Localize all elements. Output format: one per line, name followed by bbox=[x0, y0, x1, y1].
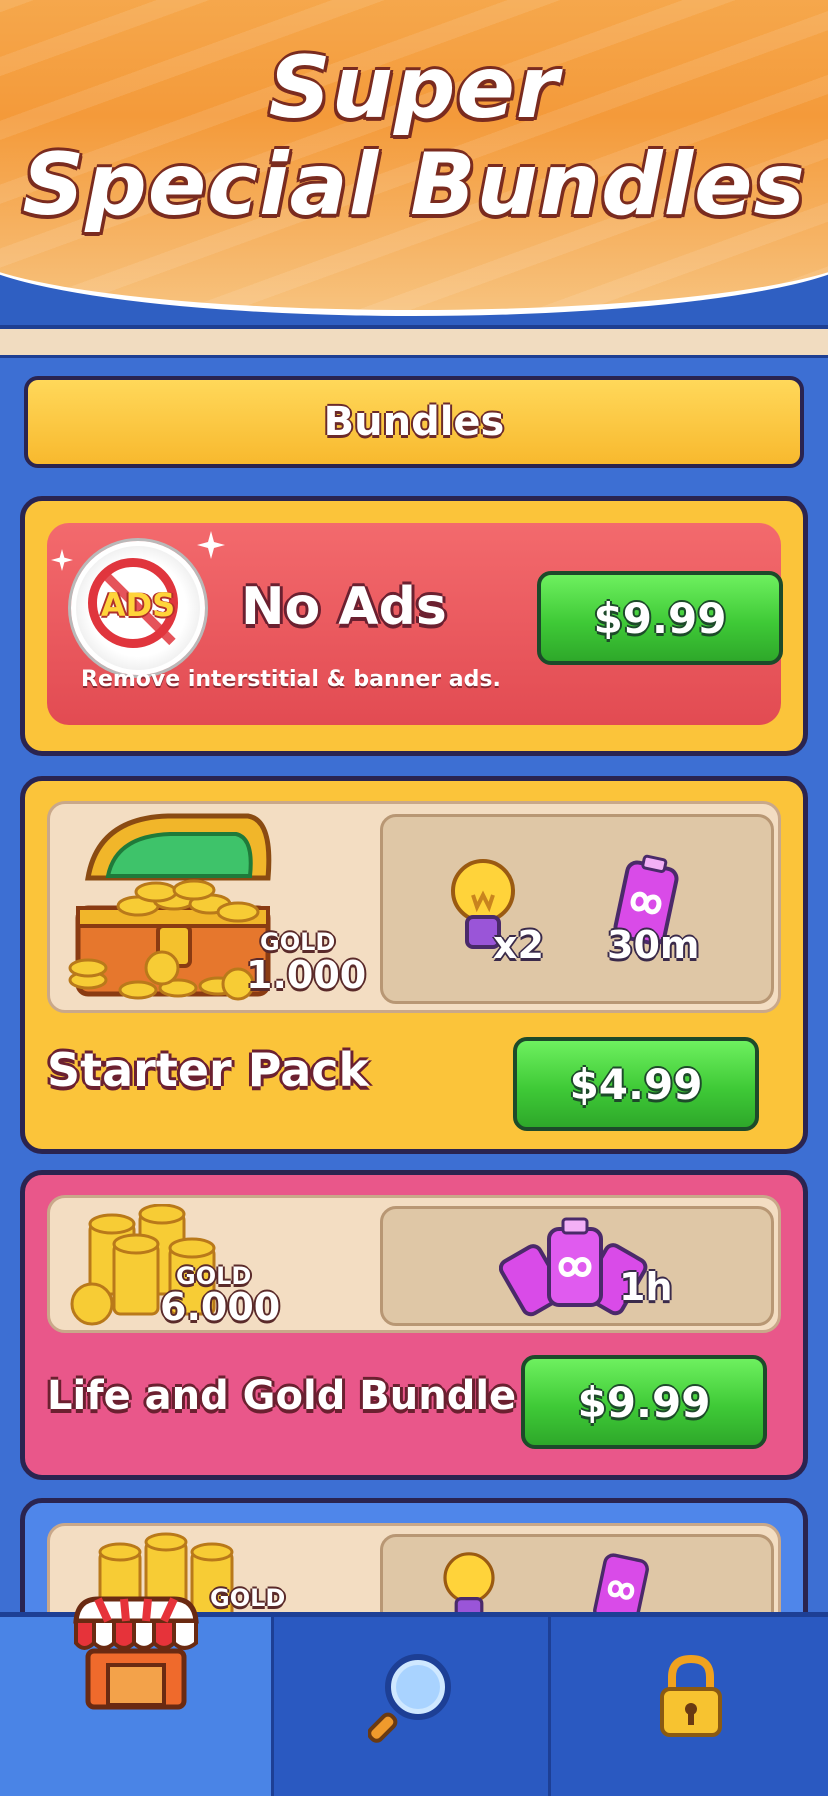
section-header-bundles: Bundles bbox=[24, 376, 804, 468]
sparkle-icon bbox=[197, 531, 225, 559]
starter-hint-count: x2 bbox=[493, 923, 544, 967]
life-gold-buy-button[interactable]: $9.99 bbox=[521, 1355, 767, 1449]
bundle-card-life-and-gold: GOLD 6.000 1h Life and Gold Bundle $9.99 bbox=[20, 1170, 808, 1480]
tab-search[interactable] bbox=[277, 1617, 551, 1796]
life-gold-contents-panel: GOLD 6.000 1h bbox=[47, 1195, 781, 1333]
tab-locked[interactable] bbox=[554, 1617, 828, 1796]
bundle-card-starter-pack: GOLD 1.000 x2 30m Starter Pack $4.99 bbox=[20, 776, 808, 1154]
life-gold-title: Life and Gold Bundle bbox=[47, 1373, 517, 1419]
page-title-line-2: Special Bundles bbox=[22, 135, 806, 235]
life-gold-items-panel: 1h bbox=[380, 1206, 774, 1326]
no-ads-buy-button[interactable]: $9.99 bbox=[537, 571, 783, 665]
starter-pack-buy-button[interactable]: $4.99 bbox=[513, 1037, 759, 1131]
magnifier-icon bbox=[367, 1654, 451, 1743]
no-ads-title: No Ads bbox=[241, 577, 447, 637]
sparkle-icon bbox=[51, 549, 73, 571]
no-ads-icon-text: ADS bbox=[100, 586, 176, 624]
starter-gold-amount: 1.000 bbox=[246, 953, 367, 997]
page-title-line-1: Super bbox=[268, 38, 560, 138]
life-gold-gold-amount: 6.000 bbox=[160, 1285, 281, 1329]
lock-icon bbox=[660, 1654, 722, 1737]
starter-gold-label: GOLD bbox=[260, 928, 336, 956]
no-ads-description: Remove interstitial & banner ads. bbox=[81, 667, 501, 692]
bottom-tab-bar bbox=[0, 1596, 828, 1796]
starter-items-panel: x2 30m bbox=[380, 814, 774, 1004]
bundle-card-no-ads: ADS No Ads Remove interstitial & banner … bbox=[20, 496, 808, 756]
life-gold-life-duration: 1h bbox=[619, 1265, 673, 1309]
header-banner: Super Special Bundles bbox=[0, 0, 828, 330]
no-ads-panel: ADS No Ads Remove interstitial & banner … bbox=[47, 523, 783, 725]
shop-icon bbox=[72, 1596, 199, 1710]
partial-gold-label: GOLD bbox=[210, 1584, 286, 1612]
starter-pack-title: Starter Pack bbox=[47, 1043, 370, 1097]
starter-pack-contents-panel: GOLD 1.000 x2 30m bbox=[47, 801, 781, 1013]
starter-life-duration: 30m bbox=[607, 923, 700, 967]
tab-shop[interactable] bbox=[0, 1596, 274, 1796]
no-ads-icon: ADS bbox=[71, 541, 205, 675]
header-divider-strip bbox=[0, 325, 828, 359]
